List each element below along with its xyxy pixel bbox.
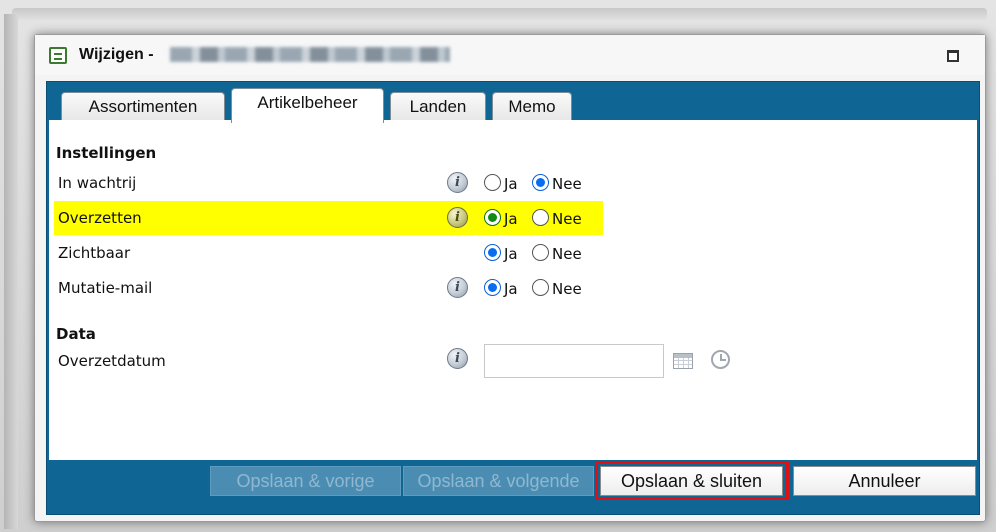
tab-landen[interactable]: Landen [390,92,486,122]
info-icon[interactable]: i [447,277,468,298]
radio-label-nee: Nee [552,210,582,228]
radio-nee[interactable] [532,279,549,296]
tab-label: Landen [409,97,467,116]
setting-row-mutatie-mail: Mutatie-mail i Ja Nee [56,271,605,305]
radio-label-nee: Nee [552,280,582,298]
maximize-icon[interactable] [947,50,959,62]
radio-ja[interactable] [484,209,501,226]
edit-dialog: Wijzigen - Assortimenten Artikelbeheer L… [34,34,986,522]
dialog-footer: Opslaan & vorige Opslaan & volgende Opsl… [47,461,979,514]
save-next-button[interactable]: Opslaan & volgende [403,466,594,496]
field-label: Overzetdatum [58,352,166,370]
info-icon[interactable]: i [447,348,468,369]
form-icon [49,47,67,64]
setting-label: In wachtrij [58,174,137,192]
setting-label: Zichtbaar [58,244,131,262]
info-icon[interactable]: i [447,172,468,193]
radio-ja[interactable] [484,244,501,261]
radio-nee[interactable] [532,209,549,226]
tab-label: Artikelbeheer [257,93,358,112]
dialog-title: Wijzigen - [79,46,154,63]
info-icon[interactable]: i [447,207,468,228]
dialog-titlebar: Wijzigen - [35,35,985,75]
section-title-data: Data [56,325,96,343]
calendar-icon[interactable] [673,353,693,369]
tab-assortimenten[interactable]: Assortimenten [61,92,225,122]
setting-row-overzetten: Overzetten i Ja Nee [54,201,603,235]
radio-ja[interactable] [484,174,501,191]
tab-content: Instellingen In wachtrij i Ja Nee Overze… [49,120,977,460]
section-title-instellingen: Instellingen [56,144,157,162]
background-window-edge-left [4,14,18,529]
tab-memo[interactable]: Memo [492,92,572,122]
tab-artikelbeheer[interactable]: Artikelbeheer [231,88,384,123]
radio-nee[interactable] [532,244,549,261]
clock-icon[interactable] [711,350,730,369]
tab-label: Memo [508,97,556,116]
setting-label: Overzetten [58,209,142,227]
cancel-button[interactable]: Annuleer [793,466,976,496]
setting-row-zichtbaar: Zichtbaar Ja Nee [56,236,605,270]
radio-label-ja: Ja [504,245,518,263]
callout-highlight [595,461,789,500]
field-row-overzetdatum: Overzetdatum i [56,342,756,378]
radio-ja[interactable] [484,279,501,296]
background-window-edge [12,8,987,20]
tab-panel: Assortimenten Artikelbeheer Landen Memo … [46,81,980,515]
overzetdatum-input[interactable] [484,344,664,378]
setting-label: Mutatie-mail [58,279,153,297]
radio-label-ja: Ja [504,280,518,298]
radio-label-ja: Ja [504,175,518,193]
radio-label-nee: Nee [552,175,582,193]
radio-nee[interactable] [532,174,549,191]
radio-label-nee: Nee [552,245,582,263]
redacted-title-text [170,47,450,62]
save-previous-button[interactable]: Opslaan & vorige [210,466,401,496]
tab-label: Assortimenten [88,97,198,116]
radio-label-ja: Ja [504,210,518,228]
setting-row-in-wachtrij: In wachtrij i Ja Nee [56,166,605,200]
